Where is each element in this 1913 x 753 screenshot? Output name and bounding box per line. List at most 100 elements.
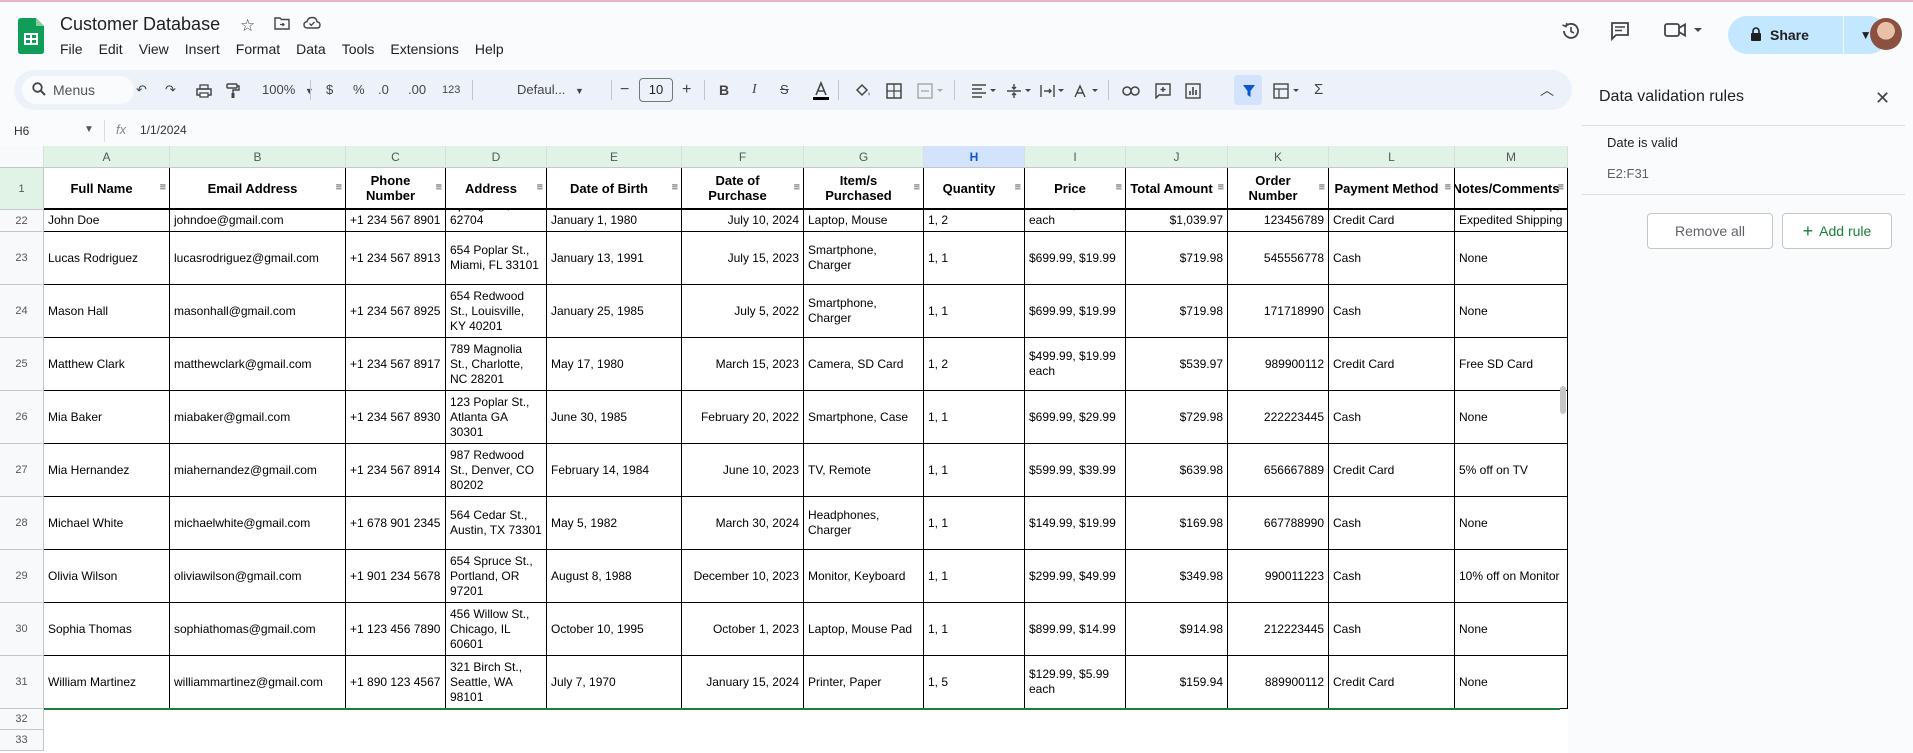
formula-input[interactable]: 1/1/2024 bbox=[140, 123, 187, 137]
font-select[interactable]: Defaul... ▼ bbox=[517, 70, 584, 110]
table-cell[interactable]: oliviawilson@gmail.com bbox=[170, 550, 346, 603]
column-header-m[interactable]: M bbox=[1455, 146, 1568, 168]
table-cell[interactable]: John Doe bbox=[44, 210, 170, 232]
table-cell[interactable]: None bbox=[1455, 603, 1568, 656]
header-cell[interactable]: Payment Method ≡ bbox=[1329, 168, 1455, 210]
column-header-k[interactable]: K bbox=[1228, 146, 1329, 168]
column-header-d[interactable]: D bbox=[446, 146, 547, 168]
menu-data[interactable]: Data bbox=[288, 40, 334, 58]
italic-button[interactable]: I bbox=[752, 70, 757, 110]
table-cell[interactable]: Springfield, IL 62704 bbox=[446, 210, 547, 232]
vertical-scrollbar[interactable] bbox=[1560, 386, 1566, 414]
table-cell[interactable]: miahernandez@gmail.com bbox=[170, 444, 346, 497]
currency-format-button[interactable]: $ bbox=[326, 70, 333, 110]
column-header-l[interactable]: L bbox=[1329, 146, 1455, 168]
table-cell[interactable]: $169.98 bbox=[1126, 497, 1228, 550]
table-cell[interactable]: July 15, 2023 bbox=[682, 232, 804, 285]
functions-button[interactable]: Σ bbox=[1314, 70, 1323, 110]
table-cell[interactable]: 889900112 bbox=[1228, 656, 1329, 709]
remove-all-button[interactable]: Remove all bbox=[1647, 213, 1773, 249]
table-cell[interactable]: $719.98 bbox=[1126, 232, 1228, 285]
table-cell[interactable]: +1 678 901 2345 bbox=[346, 497, 446, 550]
comments-icon[interactable] bbox=[1610, 21, 1630, 46]
row-header[interactable]: 29 bbox=[0, 550, 44, 603]
table-cell[interactable]: $349.98 bbox=[1126, 550, 1228, 603]
table-cell[interactable]: $914.98 bbox=[1126, 603, 1228, 656]
collapse-toolbar-icon[interactable]: ︿ bbox=[1540, 70, 1554, 110]
table-cell[interactable]: January 13, 1991 bbox=[547, 232, 682, 285]
table-cell[interactable]: Headphones, Charger bbox=[804, 497, 924, 550]
table-cell[interactable]: Cash bbox=[1329, 550, 1455, 603]
table-cell[interactable]: +1 890 123 4567 bbox=[346, 656, 446, 709]
row-header[interactable]: 23 bbox=[0, 232, 44, 285]
table-cell[interactable]: 1, 1 bbox=[924, 285, 1025, 338]
menu-insert[interactable]: Insert bbox=[177, 40, 228, 58]
table-cell[interactable]: January 15, 2024 bbox=[682, 656, 804, 709]
table-cell[interactable]: matthewclark@gmail.com bbox=[170, 338, 346, 391]
table-cell[interactable]: 1, 1 bbox=[924, 497, 1025, 550]
row-header[interactable]: 27 bbox=[0, 444, 44, 497]
paint-format-icon[interactable] bbox=[226, 70, 240, 110]
table-cell[interactable]: $699.99, $19.99 bbox=[1025, 285, 1126, 338]
table-cell[interactable]: 171718990 bbox=[1228, 285, 1329, 338]
table-cell[interactable]: Credit Card bbox=[1329, 656, 1455, 709]
table-cell[interactable]: +1 234 567 8930 bbox=[346, 391, 446, 444]
text-rotation-icon[interactable] bbox=[1073, 70, 1101, 110]
table-cell[interactable]: 1, 2 bbox=[924, 210, 1025, 232]
table-cell[interactable]: Matthew Clark bbox=[44, 338, 170, 391]
table-cell[interactable]: Mia Baker bbox=[44, 391, 170, 444]
table-cell[interactable]: 1, 1 bbox=[924, 603, 1025, 656]
table-cell[interactable]: None bbox=[1455, 497, 1568, 550]
table-cell[interactable]: $539.97 bbox=[1126, 338, 1228, 391]
table-cell[interactable]: Printer, Paper bbox=[804, 656, 924, 709]
filter-icon[interactable]: ≡ bbox=[160, 181, 166, 196]
header-cell[interactable]: Email Address ≡ bbox=[170, 168, 346, 210]
menu-edit[interactable]: Edit bbox=[91, 40, 131, 58]
menu-file[interactable]: File bbox=[52, 40, 91, 58]
row-header[interactable]: 33 bbox=[0, 730, 44, 751]
table-cell[interactable]: $149.99, $19.99 bbox=[1025, 497, 1126, 550]
table-cell[interactable]: June 30, 1985 bbox=[547, 391, 682, 444]
header-cell[interactable]: Date of Purchase ≡ bbox=[682, 168, 804, 210]
table-cell[interactable]: 1, 1 bbox=[924, 444, 1025, 497]
column-header-g[interactable]: G bbox=[804, 146, 924, 168]
table-cell[interactable]: 10% off on Monitor bbox=[1455, 550, 1568, 603]
menu-help[interactable]: Help bbox=[467, 40, 512, 58]
table-cell[interactable]: 990011223 bbox=[1228, 550, 1329, 603]
row-header[interactable]: 30 bbox=[0, 603, 44, 656]
table-cell[interactable]: June 10, 2023 bbox=[682, 444, 804, 497]
menus-search[interactable]: Menus bbox=[22, 76, 134, 104]
table-cell[interactable]: 1, 5 bbox=[924, 656, 1025, 709]
table-cell[interactable]: williammartinez@gmail.com bbox=[170, 656, 346, 709]
table-cell[interactable]: July 10, 2024 bbox=[682, 210, 804, 232]
menu-extensions[interactable]: Extensions bbox=[382, 40, 466, 58]
spreadsheet-grid[interactable]: ABCDEFGHIJKLM 1 Full Name ≡ Email Address ≡ P… bbox=[0, 146, 1568, 753]
table-cell[interactable]: +1 234 567 8925 bbox=[346, 285, 446, 338]
row-header[interactable]: 32 bbox=[0, 709, 44, 730]
row-header[interactable]: 22 bbox=[0, 210, 44, 232]
column-header-j[interactable]: J bbox=[1126, 146, 1228, 168]
table-cell[interactable]: 789 Magnolia St., Charlotte, NC 28201 bbox=[446, 338, 547, 391]
column-header-e[interactable]: E bbox=[547, 146, 682, 168]
filter-icon[interactable]: ≡ bbox=[1015, 181, 1021, 196]
table-cell[interactable]: 456 Willow St., Chicago, IL 60601 bbox=[446, 603, 547, 656]
version-history-icon[interactable] bbox=[1560, 20, 1582, 48]
vertical-align-icon[interactable] bbox=[1006, 70, 1034, 110]
column-header-a[interactable]: A bbox=[44, 146, 170, 168]
table-cell[interactable]: 321 Birch St., Seattle, WA 98101 bbox=[446, 656, 547, 709]
add-rule-button[interactable]: + Add rule bbox=[1782, 213, 1892, 249]
table-cell[interactable]: $299.99, $49.99 bbox=[1025, 550, 1126, 603]
bold-button[interactable]: B bbox=[719, 70, 729, 110]
header-cell[interactable]: Address ≡ bbox=[446, 168, 547, 210]
horizontal-align-icon[interactable] bbox=[971, 70, 999, 110]
table-cell[interactable]: Olivia Wilson bbox=[44, 550, 170, 603]
insert-link-icon[interactable] bbox=[1122, 70, 1140, 110]
table-cell[interactable]: Lucas Rodriguez bbox=[44, 232, 170, 285]
rule-title[interactable]: Date is valid bbox=[1607, 135, 1678, 150]
table-cell[interactable]: Cash bbox=[1329, 391, 1455, 444]
decrease-font-size-button[interactable]: − bbox=[620, 70, 629, 110]
row-header[interactable]: 28 bbox=[0, 497, 44, 550]
undo-icon[interactable]: ↶ bbox=[136, 70, 147, 110]
table-cell[interactable]: Mia Hernandez bbox=[44, 444, 170, 497]
table-cell[interactable]: 1, 1 bbox=[924, 391, 1025, 444]
